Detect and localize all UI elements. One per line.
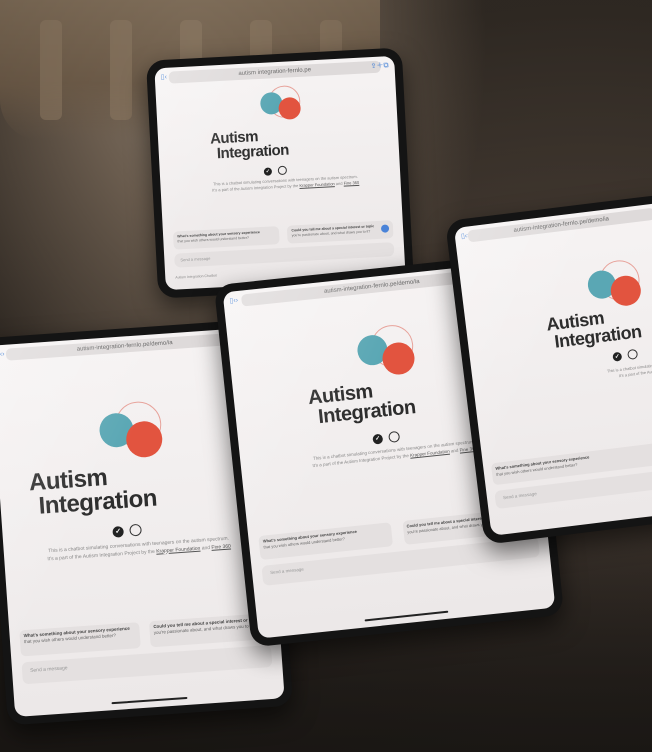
tablet-top: ▯‹ autism integration-fernlo.pe ⇪＋⧉ Auti… — [145, 47, 415, 299]
app-title: Autism Integration — [28, 464, 158, 520]
home-indicator — [111, 696, 188, 705]
tablet-screen: ▯‹ autism integration-fernlo.pe ⇪＋⧉ Auti… — [154, 55, 406, 291]
footer-note: Autism Integration Chatbot — [175, 273, 217, 280]
chat-bubble-icon — [627, 348, 639, 360]
tablet-screen: ▯‹› autism-integration-fernlo.pe/demo/ia… — [453, 202, 652, 536]
title-badges: ✓ — [372, 430, 401, 445]
chat-bubble-icon — [388, 430, 401, 443]
chair-slat — [40, 20, 62, 120]
check-badge-icon: ✓ — [372, 433, 384, 445]
krapper-foundation-link[interactable]: Krapper Foundation — [156, 545, 201, 554]
app-title: Autism Integration — [545, 307, 643, 352]
app-description: This is a chatbot simulating conversatio… — [47, 535, 232, 562]
krapper-foundation-link[interactable]: Krapper Foundation — [299, 181, 335, 188]
app-description: This is a chatbot simulating conversatio… — [212, 173, 360, 193]
chat-bubble-icon — [129, 523, 142, 537]
chair-slat — [110, 20, 132, 120]
autism-integration-logo — [98, 400, 172, 463]
suggestion-card-sensory[interactable]: What's something about your sensory expe… — [19, 622, 141, 657]
check-badge-icon: ✓ — [612, 351, 623, 362]
url-bar[interactable]: autism integration-fernlo.pe — [168, 60, 381, 84]
sidebar-icon[interactable]: ▯‹› — [229, 295, 239, 308]
url-bar[interactable]: autism-integration-fernlo.pe/demo/ia — [467, 207, 652, 243]
fine360-link[interactable]: Fine 360 — [343, 180, 359, 186]
sidebar-icon[interactable]: ▯‹ — [161, 72, 168, 84]
chat-bubble-icon — [277, 165, 288, 176]
photo-scene: ▯‹ autism integration-fernlo.pe ⇪＋⧉ Auti… — [0, 0, 652, 752]
home-indicator — [364, 610, 449, 622]
app-title: Autism Integration — [209, 128, 290, 163]
title-badges: ✓ — [112, 523, 142, 538]
suggestion-card-sensory[interactable]: What's something about your sensory expe… — [172, 226, 280, 250]
app-title: Autism Integration — [306, 380, 417, 429]
title-badges: ✓ — [612, 348, 639, 362]
tabs-icon[interactable]: ⇪＋⧉ — [370, 60, 388, 73]
sidebar-icon[interactable]: ▯‹› — [0, 349, 5, 362]
autism-integration-logo — [585, 257, 651, 314]
autism-integration-logo — [355, 322, 424, 380]
check-badge-icon: ✓ — [263, 166, 273, 176]
check-badge-icon: ✓ — [112, 525, 124, 538]
title-badges: ✓ — [263, 165, 288, 176]
autism-integration-logo — [259, 84, 311, 123]
url-bar[interactable]: autism-integration-fernlo.pe/demo/ia — [5, 332, 244, 361]
fine360-link[interactable]: Fine 360 — [211, 543, 231, 550]
suggestion-card-interest[interactable]: Could you tell me about a special intere… — [287, 220, 394, 244]
